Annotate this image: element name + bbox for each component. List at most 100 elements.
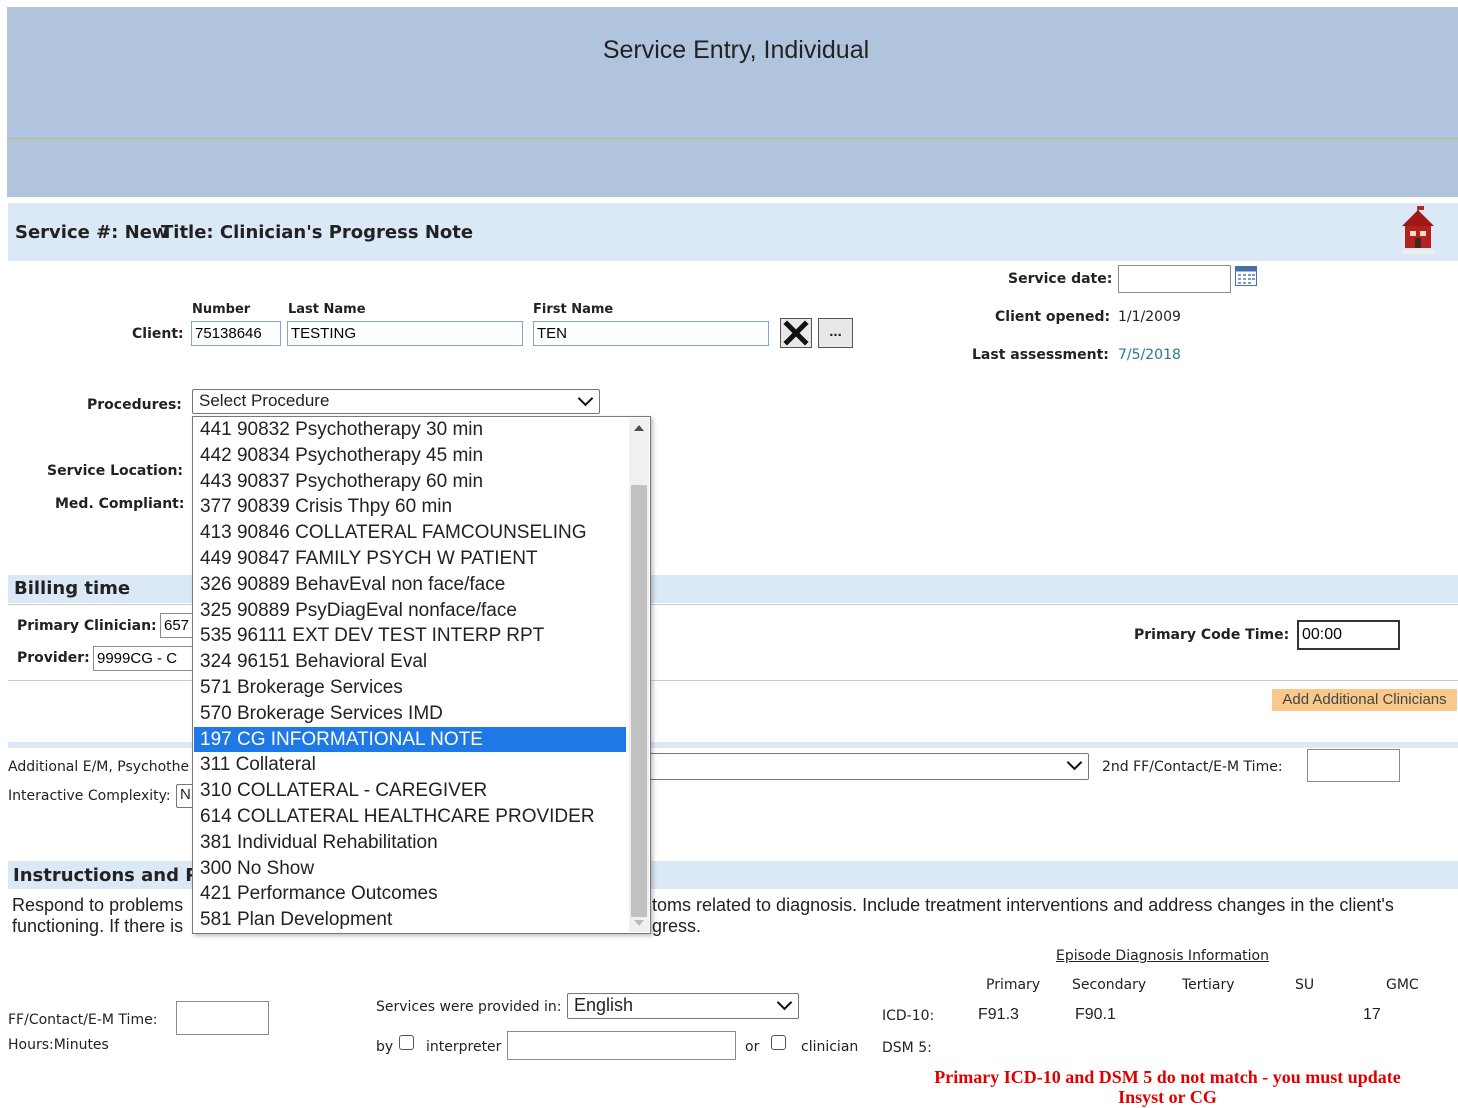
by-label: by — [376, 1039, 394, 1055]
procedure-option[interactable]: 300 No Show — [194, 856, 626, 881]
scroll-down-arrow-icon[interactable] — [634, 920, 644, 926]
school-house-icon[interactable] — [1400, 206, 1436, 256]
procedure-option[interactable]: 443 90837 Psychotherapy 60 min — [194, 469, 626, 494]
med-compliant-label: Med. Compliant: — [55, 496, 185, 512]
client-lastname-input[interactable] — [287, 321, 523, 346]
client-opened-value: 1/1/2009 — [1118, 309, 1181, 325]
interactive-complexity-value: N — [180, 786, 191, 803]
warning-line-1: Primary ICD-10 and DSM 5 do not match - … — [934, 1067, 1401, 1087]
interactive-complexity-label: Interactive Complexity: — [8, 788, 171, 804]
add-clinicians-label: Add Additional Clinicians — [1282, 691, 1447, 708]
icd10-primary: F91.3 — [978, 1006, 1019, 1023]
icd10-secondary: F90.1 — [1075, 1006, 1116, 1023]
procedure-option[interactable]: 449 90847 FAMILY PSYCH W PATIENT — [194, 546, 626, 571]
client-number-header: Number — [192, 302, 251, 317]
service-number-label: Service #: New — [15, 222, 169, 243]
lookup-ellipsis-label: ... — [829, 323, 842, 340]
icd10-label: ICD-10: — [882, 1008, 935, 1024]
procedure-option[interactable]: 326 90889 BehavEval non face/face — [194, 572, 626, 597]
clinician-label: clinician — [801, 1039, 859, 1055]
instructions-line2-right: gress. — [652, 916, 702, 936]
page-title: Service Entry, Individual — [602, 36, 870, 64]
language-select[interactable]: English — [567, 993, 799, 1019]
procedures-dropdown-list[interactable]: 441 90832 Psychotherapy 30 min 442 90834… — [192, 416, 651, 934]
procedure-option[interactable]: 581 Plan Development — [194, 907, 626, 932]
provided-in-label: Services were provided in: — [376, 999, 562, 1015]
instructions-title: Instructions and P — [13, 865, 199, 886]
provider-label: Provider: — [17, 650, 90, 666]
diagnosis-warning: Primary ICD-10 and DSM 5 do not match - … — [880, 1067, 1455, 1107]
procedure-option[interactable]: 381 Individual Rehabilitation — [194, 830, 626, 855]
client-lookup-button[interactable]: ... — [818, 318, 853, 348]
warning-line-2: Insyst or CG — [1118, 1087, 1217, 1107]
procedure-option[interactable]: 311 Collateral — [194, 752, 626, 777]
procedures-label: Procedures: — [87, 397, 182, 413]
or-label: or — [745, 1039, 760, 1055]
procedure-option-highlighted[interactable]: 197 CG INFORMATIONAL NOTE — [194, 726, 626, 752]
ff-time-input[interactable] — [176, 1001, 269, 1035]
procedure-option[interactable]: 421 Performance Outcomes — [194, 881, 626, 906]
client-firstname-input[interactable] — [533, 321, 769, 346]
diag-header-su: SU — [1295, 977, 1315, 993]
interpreter-input[interactable] — [507, 1031, 736, 1060]
diag-header-gmc: GMC — [1386, 977, 1419, 993]
diag-header-primary: Primary — [986, 977, 1041, 993]
procedure-option[interactable]: 570 Brokerage Services IMD — [194, 701, 626, 726]
procedure-option[interactable]: 413 90846 COLLATERAL FAMCOUNSELING — [194, 520, 626, 545]
instructions-line2-left: functioning. If there is — [12, 916, 184, 936]
provider-input[interactable] — [93, 646, 199, 671]
hours-minutes-label: Hours:Minutes — [8, 1037, 109, 1053]
procedure-option[interactable]: 535 96111 EXT DEV TEST INTERP RPT — [194, 623, 626, 648]
procedure-option[interactable]: 441 90832 Psychotherapy 30 min — [194, 417, 626, 442]
client-number-input[interactable] — [191, 321, 281, 346]
procedure-option[interactable]: 442 90834 Psychotherapy 45 min — [194, 443, 626, 468]
scrollbar-thumb[interactable] — [631, 485, 647, 917]
procedure-option[interactable]: 324 96151 Behavioral Eval — [194, 649, 626, 674]
diag-header-tertiary: Tertiary — [1182, 977, 1235, 993]
procedures-select[interactable]: Select Procedure — [192, 389, 600, 414]
service-title-label: Title: Clinician's Progress Note — [161, 222, 474, 243]
procedure-option[interactable]: 325 90889 PsyDiagEval nonface/face — [194, 598, 626, 623]
clear-client-button[interactable] — [780, 318, 812, 348]
client-firstname-header: First Name — [533, 302, 614, 317]
procedure-option[interactable]: 377 90839 Crisis Thpy 60 min — [194, 494, 626, 519]
episode-diagnosis-link[interactable]: Episode Diagnosis Information — [1056, 948, 1269, 964]
chevron-down-icon — [577, 390, 594, 407]
service-location-label: Service Location: — [47, 463, 184, 479]
procedure-option[interactable]: 571 Brokerage Services — [194, 675, 626, 700]
procedure-option[interactable]: 310 COLLATERAL - CAREGIVER — [194, 778, 626, 803]
close-x-icon — [783, 320, 809, 346]
second-time-input[interactable] — [1307, 749, 1400, 782]
interpreter-checkbox[interactable] — [399, 1035, 414, 1050]
calendar-icon[interactable] — [1235, 266, 1257, 286]
language-value: English — [574, 995, 634, 1015]
billing-title: Billing time — [14, 578, 131, 599]
primary-code-time-label: Primary Code Time: — [1134, 627, 1290, 643]
clinician-checkbox[interactable] — [771, 1035, 786, 1050]
client-opened-label: Client opened: — [995, 309, 1111, 325]
chevron-down-icon — [776, 994, 793, 1011]
interpreter-label: interpreter — [426, 1039, 502, 1055]
additional-em-select[interactable] — [640, 753, 1089, 780]
service-bar: Service #: New Title: Clinician's Progre… — [8, 203, 1458, 261]
chevron-down-icon — [1066, 754, 1083, 771]
last-assessment-label: Last assessment: — [972, 347, 1109, 363]
primary-code-time-input[interactable] — [1297, 620, 1400, 650]
client-lastname-header: Last Name — [288, 302, 366, 317]
instructions-line1-right: toms related to diagnosis. Include treat… — [652, 895, 1394, 915]
scroll-up-arrow-icon[interactable] — [634, 425, 644, 431]
header-divider — [7, 138, 1458, 139]
page-header: Service Entry, Individual — [7, 7, 1458, 197]
icd10-gmc: 17 — [1363, 1006, 1381, 1023]
last-assessment-value[interactable]: 7/5/2018 — [1118, 347, 1181, 363]
client-label: Client: — [132, 326, 184, 342]
procedure-option[interactable]: 614 COLLATERAL HEALTHCARE PROVIDER — [194, 804, 626, 829]
dsm5-label: DSM 5: — [882, 1040, 932, 1056]
ff-time-label: FF/Contact/E-M Time: — [8, 1012, 158, 1028]
additional-em-label: Additional E/M, Psychothe — [8, 759, 190, 775]
instructions-line1-left: Respond to problems — [12, 895, 184, 915]
procedures-selected-value: Select Procedure — [199, 391, 330, 410]
second-time-label: 2nd FF/Contact/E-M Time: — [1102, 759, 1283, 775]
add-additional-clinicians-button[interactable]: Add Additional Clinicians — [1272, 689, 1457, 711]
service-date-input[interactable] — [1118, 265, 1231, 293]
